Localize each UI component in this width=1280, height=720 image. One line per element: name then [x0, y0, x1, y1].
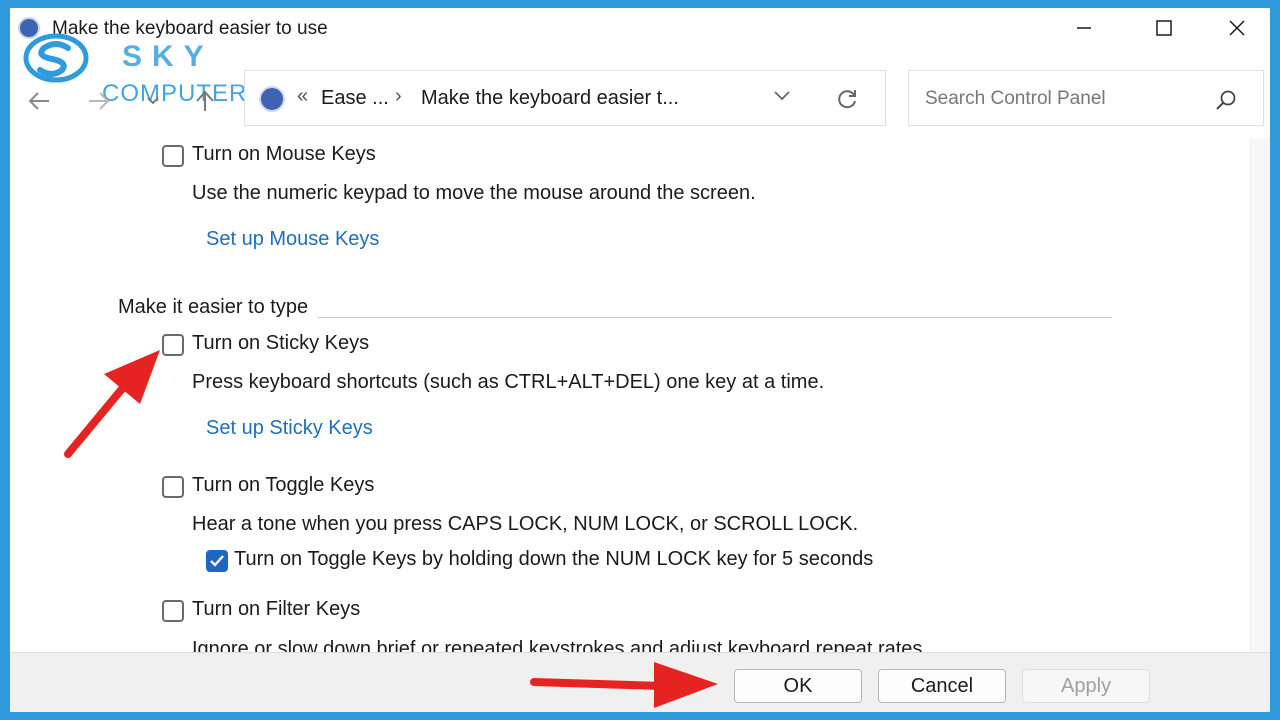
toggle-keys-checkbox[interactable]	[162, 476, 184, 498]
mouse-keys-description: Use the numeric keypad to move the mouse…	[192, 182, 756, 204]
chevron-down-icon	[774, 91, 790, 101]
breadcrumb-separator[interactable]: ›	[395, 85, 402, 108]
ok-button[interactable]: OK	[734, 669, 862, 703]
apply-button[interactable]: Apply	[1022, 669, 1150, 703]
vertical-scrollbar[interactable]	[1250, 138, 1270, 658]
forward-button[interactable]	[82, 84, 116, 118]
filter-keys-checkbox[interactable]	[162, 600, 184, 622]
back-button[interactable]	[22, 84, 56, 118]
maximize-button[interactable]	[1124, 8, 1204, 48]
set-up-sticky-keys-link[interactable]: Set up Sticky Keys	[206, 417, 373, 440]
search-icon[interactable]	[1215, 89, 1237, 116]
minimize-icon	[1077, 27, 1091, 29]
control-panel-icon	[259, 86, 285, 112]
refresh-icon	[838, 90, 856, 109]
toggle-keys-numlock-label[interactable]: Turn on Toggle Keys by holding down the …	[234, 548, 873, 571]
cancel-button[interactable]: Cancel	[878, 669, 1006, 703]
section-divider	[318, 317, 1112, 318]
mouse-keys-label[interactable]: Turn on Mouse Keys	[192, 143, 376, 166]
toggle-keys-label[interactable]: Turn on Toggle Keys	[192, 474, 374, 497]
search-placeholder[interactable]: Search Control Panel	[925, 88, 1106, 110]
logo-mark-icon	[23, 33, 89, 83]
sticky-keys-description: Press keyboard shortcuts (such as CTRL+A…	[192, 371, 825, 393]
close-icon	[1229, 20, 1245, 36]
search-box[interactable]: Search Control Panel	[908, 70, 1264, 126]
address-dropdown-button[interactable]	[773, 89, 791, 107]
maximize-icon	[1156, 20, 1172, 36]
breadcrumb-overflow[interactable]: «	[297, 85, 308, 108]
toggle-keys-description: Hear a tone when you press CAPS LOCK, NU…	[192, 513, 859, 535]
section-heading-easier-to-type: Make it easier to type	[118, 296, 309, 318]
toggle-keys-numlock-checkbox[interactable]	[206, 550, 228, 572]
back-arrow-icon	[28, 92, 49, 110]
dialog-footer: OK Cancel Apply	[10, 652, 1270, 712]
up-arrow-icon	[196, 90, 214, 111]
control-panel-window: Make the keyboard easier to use SKY COMP…	[10, 8, 1270, 712]
mouse-keys-checkbox[interactable]	[162, 145, 184, 167]
minimize-button[interactable]	[1044, 8, 1124, 48]
sticky-keys-label[interactable]: Turn on Sticky Keys	[192, 332, 369, 355]
sticky-keys-checkbox[interactable]	[162, 334, 184, 356]
address-bar[interactable]: « Ease ... › Make the keyboard easier t.…	[244, 70, 886, 126]
set-up-mouse-keys-link[interactable]: Set up Mouse Keys	[206, 228, 379, 251]
breadcrumb-ease-of-access[interactable]: Ease ...	[321, 87, 389, 110]
refresh-button[interactable]	[835, 87, 859, 116]
checkmark-icon	[210, 555, 224, 567]
up-button[interactable]	[188, 84, 222, 118]
logo-text-sky: SKY	[122, 40, 214, 73]
filter-keys-label[interactable]: Turn on Filter Keys	[192, 598, 360, 621]
close-button[interactable]	[1204, 8, 1270, 48]
recent-locations-button[interactable]	[136, 84, 170, 118]
chevron-down-icon	[147, 97, 159, 105]
forward-arrow-icon	[89, 92, 110, 110]
breadcrumb-current[interactable]: Make the keyboard easier t...	[421, 87, 679, 110]
settings-content: Turn on Mouse Keys Use the numeric keypa…	[10, 138, 1246, 660]
logo-text-computer: COMPUTER	[102, 80, 248, 107]
